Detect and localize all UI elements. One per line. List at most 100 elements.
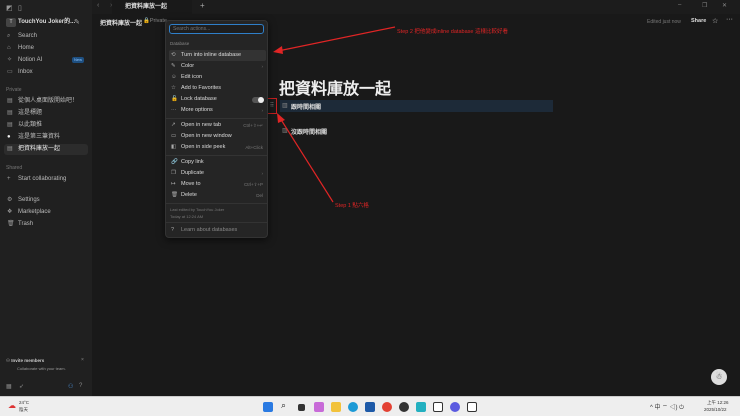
temperature: 24°C <box>19 400 30 405</box>
lock-toggle[interactable] <box>252 97 264 103</box>
menu-item-open-new-tab[interactable]: ↗ Open in new tab Ctrl+⇧+↵ <box>169 120 266 131</box>
people-icon[interactable]: ⚇ <box>68 383 73 390</box>
system-tray-icons[interactable]: ^ 中 ⌔ ◁) ⏻ <box>650 402 684 412</box>
invite-members[interactable]: ⚇ Invite members <box>6 358 44 364</box>
shortcut: Alt+Click <box>245 145 263 150</box>
side-peek-icon: ◧ <box>171 144 177 150</box>
menu-item-copy-link[interactable]: 🔗 Copy link <box>169 157 266 168</box>
menu-item-move-to[interactable]: ↦ Move to Ctrl+⇧+P <box>169 179 266 190</box>
share-button[interactable]: Share <box>691 18 706 24</box>
star-icon[interactable]: ☆ <box>712 17 718 25</box>
label: Turn into inline database <box>181 52 242 58</box>
clock-time[interactable]: 上午 12:26 <box>707 400 729 406</box>
menu-item-color[interactable]: ✎ Color › <box>169 61 266 72</box>
divider <box>166 222 267 223</box>
database-block-selected[interactable]: ▥ 跟時間相關 <box>280 100 553 112</box>
close-icon[interactable]: × <box>81 357 84 363</box>
menu-item-add-favorites[interactable]: ☆ Add to Favorites <box>169 83 266 94</box>
minimize-icon[interactable]: – <box>678 2 681 8</box>
search-actions-input[interactable] <box>169 24 264 34</box>
notion-ai-icon: ✧ <box>7 57 13 63</box>
label: 以此類推 <box>18 122 43 128</box>
app-icon[interactable] <box>416 402 426 412</box>
search-icon[interactable]: ⌕ <box>281 400 291 410</box>
page-item[interactable]: ● 這是第三筆資料 <box>4 132 88 143</box>
menu-item-edit-icon[interactable]: ☺ Edit icon <box>169 72 266 83</box>
edge-icon[interactable] <box>348 402 358 412</box>
page-item[interactable]: ▤ 以此類推 <box>4 120 88 131</box>
invite-subtitle: Collaborate with your team. <box>17 366 66 371</box>
label: Lock database <box>181 96 217 102</box>
page-item-active[interactable]: ▤ 把資料庫放一起 <box>4 144 88 155</box>
file-explorer-icon[interactable] <box>331 402 341 412</box>
menu-item-lock-database[interactable]: 🔓 Lock database <box>169 94 266 105</box>
page-item[interactable]: ▤ 這是標題 <box>4 108 88 119</box>
copilot-icon[interactable] <box>314 402 324 412</box>
link-icon: 🔗 <box>171 159 178 165</box>
menu-item-more-options[interactable]: ··· More options › <box>169 105 266 116</box>
menu-item-learn[interactable]: ? Learn about databases <box>169 225 266 236</box>
clock-date[interactable]: 2025/10/22 <box>704 407 727 412</box>
new-page-icon[interactable]: ✎ <box>74 18 80 26</box>
new-tab-icon[interactable]: + <box>200 1 205 10</box>
menu-item-delete[interactable]: 🗑 Delete Del <box>169 190 266 201</box>
page-item[interactable]: ▤ 從個人桌面版開始吧！ <box>4 96 88 107</box>
page-icon: ▤ <box>7 146 13 152</box>
menu-item-open-new-window[interactable]: ▭ Open in new window <box>169 131 266 142</box>
notion-icon[interactable] <box>433 402 443 412</box>
restore-icon[interactable]: ❐ <box>702 2 707 9</box>
label: Open in side peek <box>181 144 226 150</box>
notion-active-icon[interactable] <box>467 402 477 412</box>
label: 這是第三筆資料 <box>18 134 61 140</box>
label: Open in new window <box>181 133 232 139</box>
weather-icon: ☁ <box>8 401 16 410</box>
sidebar-item-inbox[interactable]: ▭ Inbox <box>4 67 88 78</box>
divider <box>166 118 267 119</box>
app-icon[interactable] <box>399 402 409 412</box>
page-icon: ▤ <box>7 98 13 104</box>
breadcrumb[interactable]: 把資料庫放一起 <box>100 18 142 27</box>
label: Color <box>181 63 195 69</box>
gear-icon: ⚙ <box>7 197 13 203</box>
sidebar-item-settings[interactable]: ⚙ Settings <box>4 195 88 206</box>
workspace-name[interactable]: TouchYou Joker的... <box>18 18 75 27</box>
privacy-label: 🔒Private <box>143 18 167 24</box>
menu-item-duplicate[interactable]: ❐ Duplicate › <box>169 168 266 179</box>
arrow-up-right-icon: ↗ <box>171 122 176 128</box>
notion-logo-icon[interactable]: ◩ <box>6 4 13 12</box>
sidebar-toggle-icon[interactable]: ▯ <box>18 4 22 12</box>
chevron-right-icon: › <box>261 108 264 113</box>
label: Learn about databases <box>181 227 238 233</box>
templates-icon[interactable]: ▦ <box>6 383 12 390</box>
chevron-right-icon: › <box>261 64 264 69</box>
help-assistant-icon[interactable]: ☃ <box>711 369 727 385</box>
tab-active[interactable]: 把資料庫放一起 <box>112 0 192 14</box>
close-window-icon[interactable]: ✕ <box>722 2 727 9</box>
window-icon: ▭ <box>171 133 177 139</box>
lock-icon: 🔓 <box>171 96 178 102</box>
menu-item-turn-into-inline[interactable]: ⟲ Turn into inline database <box>169 50 266 61</box>
back-icon[interactable]: ‹ <box>97 2 99 9</box>
label: Marketplace <box>18 209 51 215</box>
menu-item-open-side-peek[interactable]: ◧ Open in side peek Alt+Click <box>169 142 266 153</box>
app-icon[interactable] <box>450 402 460 412</box>
chrome-icon[interactable] <box>382 402 392 412</box>
annotation-arrow-step1 <box>277 113 334 203</box>
help-icon[interactable]: ? <box>79 383 82 389</box>
sidebar-item-search[interactable]: ⌕ Search <box>4 31 88 42</box>
sidebar-item-home[interactable]: ⌂ Home <box>4 43 88 54</box>
rocket-icon[interactable]: ➶ <box>19 383 24 390</box>
page-title[interactable]: 把資料庫放一起 <box>279 75 391 99</box>
label: Home <box>18 45 35 51</box>
sidebar-item-notion-ai[interactable]: ✧ Notion AI New <box>4 55 88 66</box>
task-view-icon[interactable] <box>298 404 305 411</box>
trash-icon: 🗑 <box>7 221 15 227</box>
last-edited-time: Today at 12:24 AM <box>170 214 204 219</box>
store-icon[interactable] <box>365 402 375 412</box>
annotation-arrow-step2 <box>273 26 396 54</box>
start-collaborating[interactable]: + Start collaborating <box>4 174 88 185</box>
sidebar-item-trash[interactable]: 🗑 Trash <box>4 219 88 230</box>
start-icon[interactable] <box>263 402 273 412</box>
more-icon[interactable]: ··· <box>726 16 733 23</box>
sidebar-item-marketplace[interactable]: ❖ Marketplace <box>4 207 88 218</box>
